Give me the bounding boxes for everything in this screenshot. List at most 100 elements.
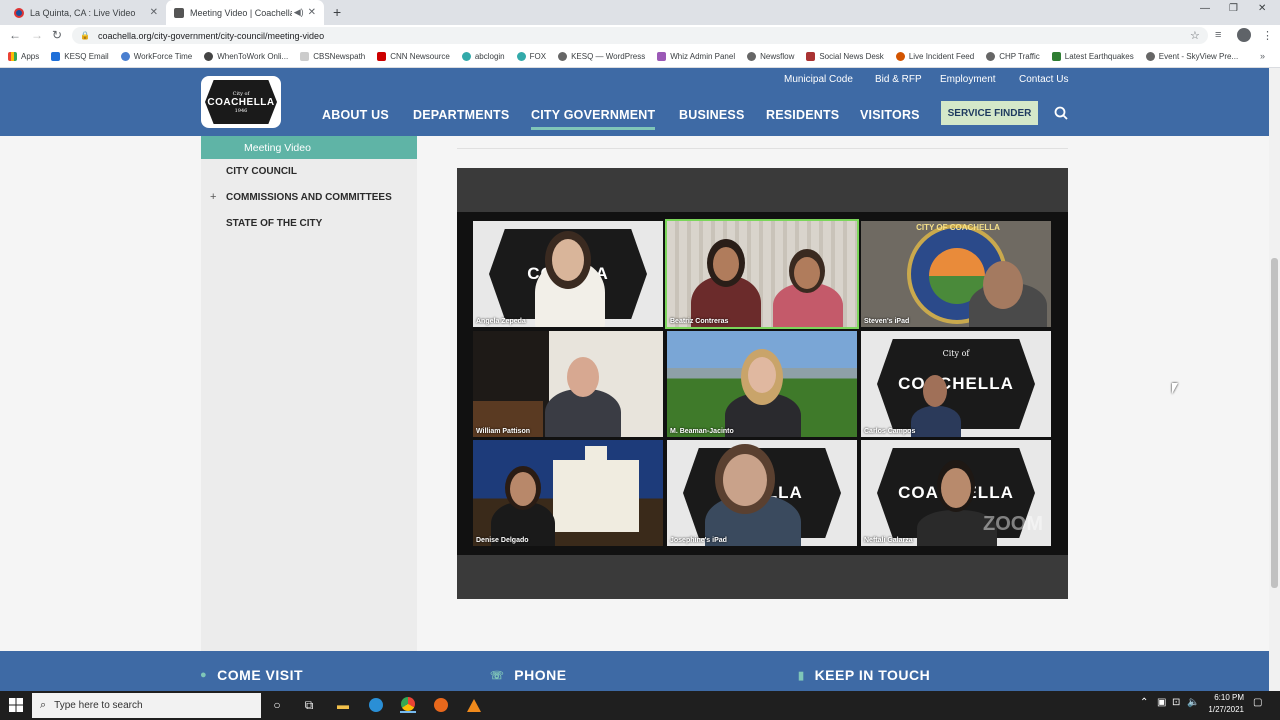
nav-city-government[interactable]: CITY GOVERNMENT: [531, 108, 656, 130]
restore-icon[interactable]: ❐: [1229, 3, 1238, 14]
nav-business[interactable]: BUSINESS: [679, 108, 745, 122]
player-letterbox-bottom: [457, 555, 1068, 599]
page-icon: [300, 52, 310, 61]
bookmark-apps[interactable]: Apps: [8, 52, 39, 61]
person-face: [794, 257, 820, 289]
browser-tab-la-quinta[interactable]: La Quinta, CA : Live Video ✕: [6, 0, 166, 25]
tray-overflow-icon[interactable]: ⌃: [1140, 697, 1148, 708]
bookmark-label: FOX: [529, 52, 547, 61]
taskbar-search-input[interactable]: ⌕ Type here to search: [32, 693, 261, 718]
close-tab-icon[interactable]: ✕: [150, 7, 158, 18]
zoom-gallery: CO ELLA Angela Zepeda Beatriz Contreras …: [457, 212, 1068, 555]
bookmark-icon: ▮: [798, 669, 805, 682]
service-finder-button[interactable]: SERVICE FINDER: [941, 101, 1038, 125]
badge-city-of: City of: [942, 349, 970, 358]
reading-list-icon[interactable]: ≡: [1215, 29, 1221, 41]
util-nav-municipal-code[interactable]: Municipal Code: [784, 74, 853, 85]
bookmark-label: Live Incident Feed: [908, 52, 975, 61]
windows-start-icon[interactable]: [8, 697, 24, 713]
wifi-icon[interactable]: ⊡: [1172, 697, 1180, 708]
search-icon[interactable]: [1054, 106, 1068, 120]
taskbar-clock[interactable]: 6:10 PM 1/27/2021: [1200, 692, 1244, 716]
mission-building: [553, 460, 639, 532]
bookmark-newsflow[interactable]: Newsflow: [747, 52, 794, 61]
util-nav-bid-rfp[interactable]: Bid & RFP: [875, 74, 922, 85]
fire-icon: [895, 52, 905, 61]
bookmark-whiz-admin[interactable]: Whiz Admin Panel: [657, 52, 735, 61]
bookmark-label: Apps: [21, 52, 40, 61]
file-explorer-icon[interactable]: ▬: [335, 697, 351, 713]
notifications-icon[interactable]: ▢: [1253, 697, 1262, 708]
participant-name: Josephine's iPad: [670, 537, 727, 544]
bookmark-abclogin[interactable]: abclogin: [461, 52, 505, 61]
lock-icon: 🔒: [80, 31, 90, 40]
pin-icon: [120, 52, 130, 61]
volume-icon[interactable]: 🔈: [1187, 697, 1199, 708]
profile-avatar[interactable]: [1237, 28, 1251, 42]
person-face: [748, 357, 776, 393]
bookmark-kesq-wordpress[interactable]: KESQ — WordPress: [558, 52, 645, 61]
chrome-icon[interactable]: [400, 697, 416, 713]
bookmark-whentowork[interactable]: WhenToWork Onli...: [204, 52, 288, 61]
bookmark-skyview[interactable]: Event - SkyView Pre...: [1145, 52, 1238, 61]
close-tab-icon[interactable]: ✕: [308, 7, 316, 18]
network-icon[interactable]: ▣: [1157, 697, 1166, 708]
bookmark-earthquakes[interactable]: Latest Earthquakes: [1051, 52, 1134, 61]
bookmark-live-incident[interactable]: Live Incident Feed: [895, 52, 975, 61]
la-quinta-favicon-icon: [14, 7, 24, 18]
expand-plus-icon[interactable]: +: [210, 191, 216, 203]
minimize-icon[interactable]: —: [1200, 3, 1210, 14]
util-nav-employment[interactable]: Employment: [940, 74, 996, 85]
fox-icon: [516, 52, 526, 61]
bookmark-cbsnewspath[interactable]: CBSNewspath: [300, 52, 365, 61]
participant-name: Angela Zepeda: [476, 318, 526, 325]
scrollbar-thumb[interactable]: [1271, 258, 1278, 588]
bookmark-label: KESQ — WordPress: [571, 52, 646, 61]
bookmark-kesq-email[interactable]: KESQ Email: [51, 52, 109, 61]
nav-visitors[interactable]: VISITORS: [860, 108, 920, 122]
nav-departments[interactable]: DEPARTMENTS: [413, 108, 509, 122]
participant-tile: CO ELLA Angela Zepeda: [473, 221, 663, 327]
coachella-logo[interactable]: City of COACHELLA 1946: [201, 76, 281, 128]
reload-icon[interactable]: ↻: [52, 27, 62, 43]
page-scrollbar[interactable]: [1269, 68, 1280, 691]
speaker-icon[interactable]: ◀): [294, 7, 304, 18]
vlc-icon[interactable]: [466, 697, 482, 713]
address-bar[interactable]: 🔒 coachella.org/city-government/city-cou…: [72, 27, 1208, 44]
participant-tile: CO ELLA Josephine's iPad: [667, 440, 857, 546]
close-window-icon[interactable]: ✕: [1258, 3, 1266, 14]
bookmark-star-icon[interactable]: ☆: [1190, 29, 1200, 42]
sidebar-item-state-of-city[interactable]: STATE OF THE CITY: [226, 218, 322, 229]
firefox-icon[interactable]: [433, 697, 449, 713]
site-footer: [0, 651, 1269, 691]
apps-grid-icon: [8, 52, 17, 61]
cnn-icon: [377, 52, 387, 61]
browser-tab-meeting-video[interactable]: Meeting Video | Coachella, C ◀) ✕: [166, 0, 324, 25]
nav-residents[interactable]: RESIDENTS: [766, 108, 839, 122]
cortana-icon[interactable]: ○: [269, 697, 285, 713]
sidebar-item-meeting-video[interactable]: Meeting Video: [201, 136, 417, 159]
bookmark-fox[interactable]: FOX: [516, 52, 547, 61]
edge-icon[interactable]: [368, 697, 384, 713]
participant-tile: M. Beaman-Jacinto: [667, 331, 857, 437]
util-nav-contact-us[interactable]: Contact Us: [1019, 74, 1068, 85]
bookmark-social-news-desk[interactable]: Social News Desk: [806, 52, 884, 61]
bookmark-workforce[interactable]: WorkForce Time: [120, 52, 192, 61]
bookmarks-overflow-icon[interactable]: »: [1260, 51, 1265, 61]
forward-arrow-icon[interactable]: →: [31, 27, 43, 43]
globe-icon: [986, 52, 996, 61]
participant-tile: COACHELLA ZOOM Neftali Galarza: [861, 440, 1051, 546]
menu-dots-icon[interactable]: ⋮: [1262, 29, 1273, 42]
task-view-icon[interactable]: ⧉: [301, 697, 317, 713]
sidebar-item-city-council[interactable]: CITY COUNCIL: [226, 166, 297, 177]
content-divider: [457, 148, 1068, 149]
participant-tile: William Pattison: [473, 331, 663, 437]
sidebar-item-commissions[interactable]: COMMISSIONS AND COMMITTEES: [226, 192, 392, 203]
new-tab-button[interactable]: +: [333, 5, 341, 19]
nav-about-us[interactable]: ABOUT US: [322, 108, 389, 122]
bookmark-chp-traffic[interactable]: CHP Traffic: [986, 52, 1040, 61]
person-face: [923, 375, 947, 407]
bookmark-cnn[interactable]: CNN Newsource: [377, 52, 450, 61]
video-player[interactable]: CO ELLA Angela Zepeda Beatriz Contreras …: [457, 168, 1068, 599]
back-arrow-icon[interactable]: ←: [9, 27, 21, 43]
